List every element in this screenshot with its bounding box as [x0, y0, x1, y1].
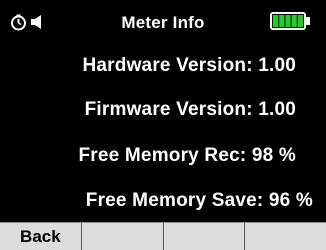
- battery-cell: [285, 15, 291, 27]
- battery-cell: [297, 15, 303, 27]
- battery-cell: [273, 15, 279, 27]
- firmware-version-label: Firmware Version: 1.00: [84, 99, 296, 120]
- battery-cells: [273, 15, 303, 27]
- softkey-bar: Back: [0, 222, 326, 250]
- softkey-2[interactable]: [82, 223, 164, 250]
- meter-screen: Meter Info Hardware Version: 1.00 Firmwa…: [0, 0, 326, 250]
- battery-cell: [291, 15, 297, 27]
- softkey-4[interactable]: [245, 223, 326, 250]
- battery-icon: [270, 12, 310, 30]
- free-memory-rec-label: Free Memory Rec: 98 %: [78, 145, 296, 166]
- hardware-version-label: Hardware Version: 1.00: [82, 55, 296, 76]
- status-bar: Meter Info: [0, 0, 326, 40]
- battery-cell: [279, 15, 285, 27]
- free-memory-save-label: Free Memory Save: 96 %: [85, 190, 313, 211]
- softkey-3[interactable]: [164, 223, 246, 250]
- back-button[interactable]: Back: [0, 223, 82, 250]
